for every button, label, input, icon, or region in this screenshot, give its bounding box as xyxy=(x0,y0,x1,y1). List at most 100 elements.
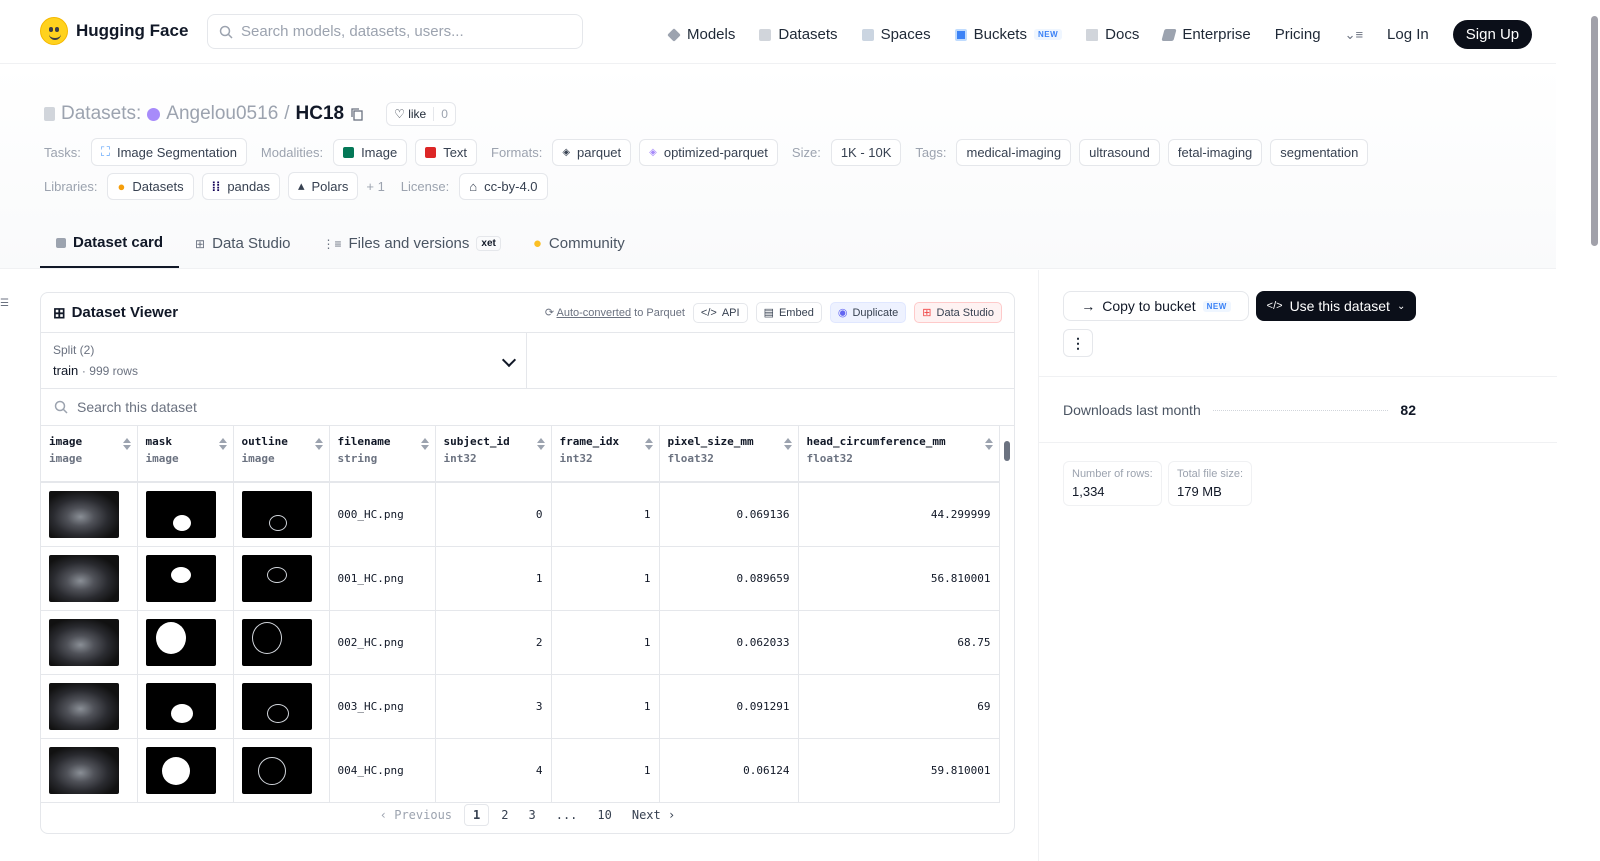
nav-pricing[interactable]: Pricing xyxy=(1275,26,1321,43)
column-header-head-circumference-mm[interactable]: head_circumference_mm float32 xyxy=(798,426,1000,483)
ultrasound-thumbnail[interactable] xyxy=(49,618,119,666)
mask-thumbnail[interactable] xyxy=(145,746,216,794)
page-10-button[interactable]: 10 xyxy=(589,805,619,825)
outline-cell[interactable] xyxy=(233,738,330,803)
page-scrollbar-thumb[interactable] xyxy=(1591,16,1598,246)
table-row[interactable]: 004_HC.png 4 1 0.06124 59.810001 xyxy=(41,738,1000,803)
like-button[interactable]: ♡ like 0 xyxy=(386,102,456,126)
mask-cell[interactable] xyxy=(137,738,234,803)
outline-thumbnail[interactable] xyxy=(241,554,312,602)
tag-library-polars[interactable]: ▴ Polars xyxy=(287,172,359,200)
dataset-name[interactable]: HC18 xyxy=(296,103,345,125)
more-options-button[interactable]: ⋮ xyxy=(1063,329,1093,357)
table-row[interactable]: 000_HC.png 0 1 0.069136 44.299999 xyxy=(41,482,1000,547)
owner-link[interactable]: Angelou0516 xyxy=(166,103,278,125)
sort-icon[interactable] xyxy=(218,438,227,450)
image-cell[interactable] xyxy=(41,482,138,547)
tab-files-and-versions[interactable]: ⋮≡ Files and versions xet xyxy=(307,219,517,268)
image-cell[interactable] xyxy=(41,674,138,739)
nav-docs[interactable]: Docs xyxy=(1086,26,1139,43)
dataset-search-input[interactable]: Search this dataset xyxy=(41,389,1014,426)
ultrasound-thumbnail[interactable] xyxy=(49,682,119,730)
copy-icon[interactable] xyxy=(350,107,364,121)
previous-page-button[interactable]: ‹ Previous xyxy=(372,805,460,825)
signup-button[interactable]: Sign Up xyxy=(1452,20,1533,49)
sort-icon[interactable] xyxy=(314,438,323,450)
table-row[interactable]: 001_HC.png 1 1 0.089659 56.810001 xyxy=(41,546,1000,611)
nav-spaces[interactable]: Spaces xyxy=(861,26,931,43)
column-header-subject-id[interactable]: subject_id int32 xyxy=(435,426,552,483)
tag-modality-image[interactable]: Image xyxy=(333,138,408,166)
page-3-button[interactable]: 3 xyxy=(520,805,543,825)
copy-to-bucket-button[interactable]: → Copy to bucket NEW xyxy=(1063,291,1249,321)
mask-thumbnail[interactable] xyxy=(145,618,216,666)
next-page-button[interactable]: Next › xyxy=(624,805,683,825)
embed-button[interactable]: ▤ Embed xyxy=(755,302,822,323)
tag-library-pandas[interactable]: ⁞⁞ pandas xyxy=(201,172,280,200)
api-button[interactable]: </> API xyxy=(692,302,748,323)
logo-link[interactable]: Hugging Face xyxy=(40,17,188,45)
auto-converted-link[interactable]: Auto-converted xyxy=(556,307,631,319)
table-row[interactable]: 002_HC.png 2 1 0.062033 68.75 xyxy=(41,610,1000,675)
column-header-outline[interactable]: outline image xyxy=(233,426,330,483)
table-scrollbar[interactable] xyxy=(1002,431,1012,797)
sort-icon[interactable] xyxy=(783,438,792,450)
tag-license[interactable]: ⌂ cc-by-4.0 xyxy=(459,172,548,200)
nav-datasets[interactable]: Datasets xyxy=(759,26,838,43)
tag-task[interactable]: ⛶ Image Segmentation xyxy=(90,138,247,166)
table-row[interactable]: 003_HC.png 3 1 0.091291 69 xyxy=(41,674,1000,739)
outline-cell[interactable] xyxy=(233,546,330,611)
login-link[interactable]: Log In xyxy=(1387,26,1429,43)
split-selector[interactable]: Split (2) train · 999 rows xyxy=(41,333,527,388)
nav-enterprise[interactable]: Enterprise xyxy=(1161,26,1251,43)
more-menu-icon[interactable]: ⌄≡ xyxy=(1345,27,1363,43)
ultrasound-thumbnail[interactable] xyxy=(49,554,119,602)
sidebar-toggle-icon[interactable]: ☰ xyxy=(0,298,9,309)
image-cell[interactable] xyxy=(41,610,138,675)
tag-fetal-imaging[interactable]: fetal-imaging xyxy=(1167,138,1263,166)
sort-icon[interactable] xyxy=(536,438,545,450)
column-header-filename[interactable]: filename string xyxy=(329,426,436,483)
outline-cell[interactable] xyxy=(233,610,330,675)
mask-thumbnail[interactable] xyxy=(145,554,216,602)
tag-ultrasound[interactable]: ultrasound xyxy=(1079,138,1160,166)
tab-dataset-card[interactable]: Dataset card xyxy=(40,219,180,268)
column-header-mask[interactable]: mask image xyxy=(137,426,234,483)
tag-medical-imaging[interactable]: medical-imaging xyxy=(956,138,1072,166)
mask-cell[interactable] xyxy=(137,482,234,547)
mask-cell[interactable] xyxy=(137,610,234,675)
duplicate-button[interactable]: ◉ Duplicate xyxy=(829,302,907,323)
outline-thumbnail[interactable] xyxy=(241,682,312,730)
title-prefix[interactable]: Datasets: xyxy=(61,103,141,125)
libraries-more[interactable]: + 1 xyxy=(366,179,384,194)
outline-cell[interactable] xyxy=(233,482,330,547)
page-2-button[interactable]: 2 xyxy=(493,805,516,825)
tab-community[interactable]: ● Community xyxy=(517,219,641,268)
nav-models[interactable]: Models xyxy=(667,26,735,43)
mask-cell[interactable] xyxy=(137,546,234,611)
sort-icon[interactable] xyxy=(644,438,653,450)
outline-thumbnail[interactable] xyxy=(241,746,312,794)
tab-data-studio[interactable]: ⊞ Data Studio xyxy=(179,219,306,268)
column-header-pixel-size-mm[interactable]: pixel_size_mm float32 xyxy=(659,426,799,483)
mask-thumbnail[interactable] xyxy=(145,490,216,538)
tag-segmentation[interactable]: segmentation xyxy=(1270,138,1369,166)
column-header-frame-idx[interactable]: frame_idx int32 xyxy=(551,426,660,483)
sort-icon[interactable] xyxy=(420,438,429,450)
outline-thumbnail[interactable] xyxy=(241,490,312,538)
tag-size[interactable]: 1K - 10K xyxy=(830,138,902,166)
column-header-image[interactable]: image image xyxy=(41,426,138,483)
sort-icon[interactable] xyxy=(122,438,131,450)
tag-modality-text[interactable]: Text xyxy=(415,138,478,166)
sort-icon[interactable] xyxy=(984,438,993,450)
table-scrollbar-thumb[interactable] xyxy=(1004,441,1010,461)
image-cell[interactable] xyxy=(41,546,138,611)
tag-format-optimized-parquet[interactable]: ◈ optimized-parquet xyxy=(639,138,778,166)
ultrasound-thumbnail[interactable] xyxy=(49,746,119,794)
page-1-button[interactable]: 1 xyxy=(464,804,490,826)
nav-buckets[interactable]: Buckets NEW xyxy=(954,26,1063,43)
global-search-input[interactable]: Search models, datasets, users... xyxy=(207,14,583,49)
ultrasound-thumbnail[interactable] xyxy=(49,490,119,538)
tag-library-datasets[interactable]: ● Datasets xyxy=(107,172,194,200)
use-this-dataset-button[interactable]: </> Use this dataset ⌄ xyxy=(1256,291,1416,321)
